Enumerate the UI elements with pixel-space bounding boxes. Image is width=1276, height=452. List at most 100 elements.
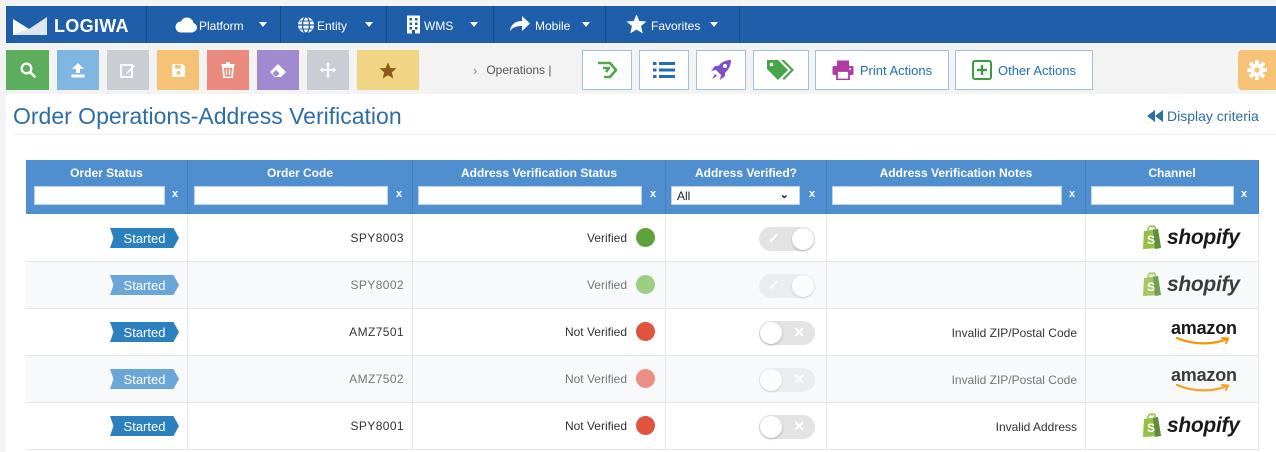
status-dot-icon: [636, 275, 655, 294]
column-title: Address Verified?: [694, 166, 798, 180]
search-button[interactable]: [6, 50, 49, 90]
verification-status-cell: Not Verified: [413, 309, 666, 356]
delete-button[interactable]: [207, 50, 249, 90]
amazon-smile-icon: [1175, 337, 1230, 345]
tag-action-button[interactable]: [753, 50, 809, 90]
verification-status-text: Not Verified: [564, 372, 627, 386]
order-status-filter[interactable]: [34, 186, 165, 205]
order-status-cell: Started: [26, 403, 188, 450]
address-verified-toggle[interactable]: ✓: [759, 274, 815, 298]
verification-notes-filter[interactable]: [832, 186, 1062, 205]
status-badge: Started: [110, 275, 179, 295]
order-status-cell: Started: [26, 215, 188, 262]
status-dot-icon: [636, 228, 655, 247]
star-icon: [626, 14, 647, 34]
order-code: SPY8002: [350, 278, 404, 292]
clear-filter-icon[interactable]: x: [394, 188, 404, 204]
address-verified-cell: ✓: [666, 215, 827, 262]
status-badge: Started: [110, 416, 179, 436]
order-code: SPY8001: [350, 419, 404, 433]
list-icon: [653, 62, 675, 78]
chevron-down-icon: ⌄: [779, 189, 789, 201]
status-dot-icon: [636, 322, 655, 341]
save-icon: [171, 63, 185, 77]
clear-button[interactable]: [257, 50, 299, 90]
verification-notes-cell: [827, 215, 1086, 262]
nav-platform[interactable]: Platform: [147, 6, 281, 43]
chevron-down-icon: [582, 22, 590, 27]
nav-wms[interactable]: WMS: [387, 6, 494, 43]
address-verified-toggle[interactable]: ✕: [759, 415, 815, 439]
order-code-filter[interactable]: [194, 186, 388, 205]
other-actions-label: Other Actions: [997, 62, 1077, 78]
clear-filter-icon[interactable]: x: [648, 188, 658, 204]
edit-icon: [120, 64, 135, 78]
table-row[interactable]: Started AMZ7501 Not Verified ✕ Invalid ZIP/P…: [26, 309, 1259, 356]
edit-button[interactable]: [107, 50, 149, 90]
display-criteria-link[interactable]: Display criteria: [1147, 108, 1259, 124]
table-row[interactable]: Started SPY8001 Not Verified ✕ Invalid Addre…: [26, 403, 1259, 450]
clear-filter-icon[interactable]: x: [1067, 188, 1077, 204]
shopify-logo: Sshopify: [1141, 272, 1240, 297]
save-button[interactable]: [157, 50, 199, 90]
print-actions-label: Print Actions: [859, 62, 933, 78]
verification-status-cell: Verified: [413, 215, 666, 262]
shopify-logo: Sshopify: [1141, 225, 1240, 250]
launch-action-button[interactable]: [696, 50, 746, 90]
breadcrumb: › Operations |: [473, 50, 552, 90]
status-badge: Started: [110, 369, 179, 389]
column-title: Address Verification Notes: [879, 166, 1033, 180]
brand-logo[interactable]: LOGIWA: [6, 6, 147, 43]
other-actions-button[interactable]: Other Actions: [955, 50, 1093, 90]
order-status-cell: Started: [26, 309, 188, 356]
channel-cell: Sshopify: [1086, 215, 1259, 262]
order-code-cell: SPY8002: [188, 262, 413, 309]
shopify-bag-icon: S: [1143, 225, 1161, 249]
verification-status-filter[interactable]: [418, 186, 642, 205]
table-row[interactable]: Started SPY8002 Verified ✓ Sshopify: [26, 262, 1259, 309]
nav-mobile[interactable]: Mobile: [494, 6, 606, 43]
column-title: Order Code: [266, 166, 333, 180]
toggle-knob: [760, 322, 782, 344]
list-action-button[interactable]: [639, 50, 689, 90]
double-chevron-left-icon: [1147, 110, 1163, 122]
table-row[interactable]: Started SPY8003 Verified ✓ Sshopify: [26, 215, 1259, 262]
clear-filter-icon[interactable]: x: [807, 188, 817, 204]
gear-icon: [1247, 60, 1267, 80]
clear-filter-icon[interactable]: x: [170, 188, 180, 204]
settings-button[interactable]: [1238, 50, 1276, 90]
address-verified-toggle[interactable]: ✓: [759, 227, 815, 251]
verification-notes-cell: Invalid ZIP/Postal Code: [827, 356, 1086, 403]
verification-notes-cell: Invalid Address: [827, 403, 1086, 450]
amazon-logo: amazon: [1171, 365, 1251, 395]
header-verification-status: Address Verification Status x: [413, 160, 666, 214]
nav-entity[interactable]: Entity: [281, 6, 387, 43]
print-actions-button[interactable]: Print Actions: [815, 50, 949, 90]
table-row[interactable]: Started AMZ7502 Not Verified ✕ Invalid ZIP/P…: [26, 356, 1259, 403]
channel-cell: amazon: [1086, 356, 1259, 403]
clear-filter-icon[interactable]: x: [1239, 188, 1249, 204]
address-verified-toggle[interactable]: ✕: [759, 368, 815, 392]
verification-notes-cell: [827, 262, 1086, 309]
status-badge: Started: [110, 322, 179, 342]
route-action-button[interactable]: [582, 50, 632, 90]
favorite-button[interactable]: [357, 50, 419, 90]
move-button[interactable]: [307, 50, 349, 90]
toggle-knob: [792, 228, 814, 250]
address-verified-toggle[interactable]: ✕: [759, 321, 815, 345]
channel-cell: Sshopify: [1086, 403, 1259, 450]
close-icon: ✕: [793, 324, 805, 340]
shopify-logo: Sshopify: [1141, 413, 1240, 438]
nav-favorites[interactable]: Favorites: [606, 6, 740, 43]
channel-filter[interactable]: [1091, 186, 1234, 205]
svg-text:S: S: [1147, 280, 1155, 294]
svg-text:S: S: [1147, 233, 1155, 247]
upload-button[interactable]: [57, 50, 99, 90]
shopify-bag-icon: S: [1143, 413, 1161, 437]
chevron-right-icon: ›: [473, 62, 478, 78]
globe-icon: [298, 16, 314, 34]
page-title: Order Operations-Address Verification: [13, 103, 402, 129]
logiwa-logo-icon: [13, 17, 47, 35]
nav-favorites-label: Favorites: [651, 19, 701, 33]
address-verified-select[interactable]: All ⌄: [671, 186, 800, 205]
